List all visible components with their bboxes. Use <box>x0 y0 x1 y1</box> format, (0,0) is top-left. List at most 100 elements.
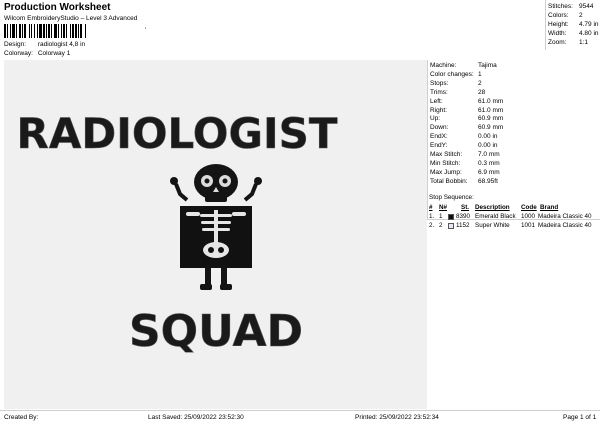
row-st: 1152 <box>456 222 470 229</box>
stat-width: Width: 4.80 in <box>548 30 599 37</box>
detail-value: 60.9 mm <box>478 124 504 132</box>
row-num: 2. <box>429 222 435 229</box>
barcode <box>4 24 144 38</box>
row-code: 1000 <box>521 213 536 220</box>
detail-label: Trims: <box>430 88 448 96</box>
detail-value: 7.0 mm <box>478 151 500 158</box>
colorway-row: Colorway: Colorway 1 <box>4 50 70 57</box>
detail-value: 28 <box>478 88 486 96</box>
row-st: 8390 <box>456 213 471 220</box>
stat-stitches: Stitches: 9544 <box>548 3 593 10</box>
detail-label: EndY: <box>430 142 448 150</box>
detail-value: 1 <box>478 70 482 78</box>
row-code: 1001 <box>521 222 536 229</box>
table-row: 1. 1 8390 Emerald Black 1000 Madeira Cla… <box>427 213 600 222</box>
detail-value: 61.0 mm <box>478 97 504 105</box>
color-swatch <box>448 214 454 220</box>
col-header-code: Code <box>521 204 537 211</box>
detail-row: Max Jump: 6.9 mm <box>430 168 500 176</box>
design-value: radiologist 4,8 in <box>37 41 86 48</box>
row-num: 1. <box>429 213 435 220</box>
detail-row: Total Bobbin: 68.95ft <box>430 177 498 185</box>
detail-row: Min Stitch: 0.3 mm <box>430 159 500 167</box>
detail-value: 0.00 in <box>478 142 498 150</box>
colorway-value: Colorway 1 <box>37 50 71 57</box>
created-by: Created By: <box>4 414 39 421</box>
detail-row: Machine: Tajima <box>430 62 497 69</box>
detail-label: Color changes: <box>430 70 474 78</box>
detail-label: Max Stitch: <box>430 151 463 158</box>
row-description: Emerald Black <box>475 213 516 220</box>
printed-date: Printed: 25/09/2022 23:52:34 <box>355 414 439 421</box>
row-brand: Madeira Classic 40 <box>538 222 592 229</box>
skeleton-illustration <box>170 164 262 290</box>
detail-label: Total Bobbin: <box>430 177 468 185</box>
design-text-squad: SQUAD <box>129 306 303 357</box>
detail-label: Min Stitch: <box>430 159 461 167</box>
detail-label: Stops: <box>430 79 449 87</box>
design-label: Design: <box>4 41 27 48</box>
col-header-st: St. <box>461 204 470 211</box>
detail-row: Up: 60.9 mm <box>430 115 503 123</box>
stat-value: 2 <box>579 12 583 19</box>
worksheet-title: Production Worksheet <box>4 2 111 13</box>
stat-value: 4.79 in <box>579 21 599 28</box>
table-row: 2. 2 1152 Super White 1001 Madeira Class… <box>427 222 600 231</box>
row-brand: Madeira Classic 40 <box>538 213 592 220</box>
detail-label: Down: <box>430 124 449 132</box>
design-text-radiologist: RADIOLOGIST <box>16 109 337 158</box>
detail-value: 2 <box>478 79 482 87</box>
col-header-n: N# <box>439 204 448 211</box>
stat-label: Width: <box>548 30 567 37</box>
col-header-num: # <box>429 204 433 211</box>
barcode-mark: ' <box>145 28 147 34</box>
stat-label: Stitches: <box>548 3 573 10</box>
design-preview: RADIOLOGIST SQUAD <box>4 60 427 409</box>
stat-height: Height: 4.79 in <box>548 21 599 28</box>
stat-zoom: Zoom: 1:1 <box>548 39 588 46</box>
detail-label: EndX: <box>430 133 448 141</box>
detail-value: 0.00 in <box>478 133 498 141</box>
stop-sequence-title-row: Stop Sequence: <box>427 194 600 204</box>
detail-value: Tajima <box>478 62 497 69</box>
last-saved: Last Saved: 25/09/2022 23:52:30 <box>148 414 244 421</box>
color-swatch <box>448 223 454 229</box>
detail-value: 60.9 mm <box>478 115 504 123</box>
row-description: Super White <box>475 222 510 229</box>
row-n: 1 <box>439 213 443 220</box>
detail-row: Trims: 28 <box>430 88 485 96</box>
detail-value: 61.0 mm <box>478 106 504 114</box>
detail-value: 6.9 mm <box>478 168 500 176</box>
colorway-label: Colorway: <box>4 50 33 57</box>
detail-label: Left: <box>430 97 443 105</box>
detail-row: Max Stitch: 7.0 mm <box>430 151 500 158</box>
row-n: 2 <box>439 222 443 229</box>
detail-row: Color changes: 1 <box>430 70 482 78</box>
design-row: Design: radiologist 4,8 in <box>4 41 85 48</box>
col-header-brand: Brand <box>540 204 559 211</box>
stop-sequence-title: Stop Sequence: <box>429 194 474 201</box>
stats-panel: Stitches: 9544 Colors: 2 Height: 4.79 in Wi… <box>545 0 600 50</box>
stat-value: 4.80 in <box>579 30 599 37</box>
detail-label: Max Jump: <box>430 168 462 176</box>
page-number: Page 1 of 1 <box>563 414 597 421</box>
detail-row: Down: 60.9 mm <box>430 124 503 132</box>
detail-row: Right: 61.0 mm <box>430 106 503 114</box>
detail-label: Up: <box>430 115 441 123</box>
col-header-description: Description <box>475 204 510 211</box>
detail-value: 0.3 mm <box>478 159 500 167</box>
detail-label: Right: <box>430 106 447 114</box>
stat-colors: Colors: 2 <box>548 12 583 19</box>
stat-value: 9544 <box>579 3 594 10</box>
stat-label: Zoom: <box>548 39 567 46</box>
detail-row: EndX: 0.00 in <box>430 133 498 141</box>
stat-value: 1:1 <box>579 39 589 46</box>
stat-label: Height: <box>548 21 569 28</box>
software-name: Wilcom EmbroideryStudio – Level 3 Advanc… <box>4 15 138 22</box>
detail-row: Stops: 2 <box>430 79 482 87</box>
detail-value: 68.95ft <box>478 177 498 185</box>
stop-sequence-table: Stop Sequence: # N# St. Description Code… <box>427 194 600 231</box>
detail-label: Machine: <box>430 62 457 69</box>
detail-row: Left: 61.0 mm <box>430 97 503 105</box>
table-header-row: # N# St. Description Code Brand <box>427 204 600 213</box>
